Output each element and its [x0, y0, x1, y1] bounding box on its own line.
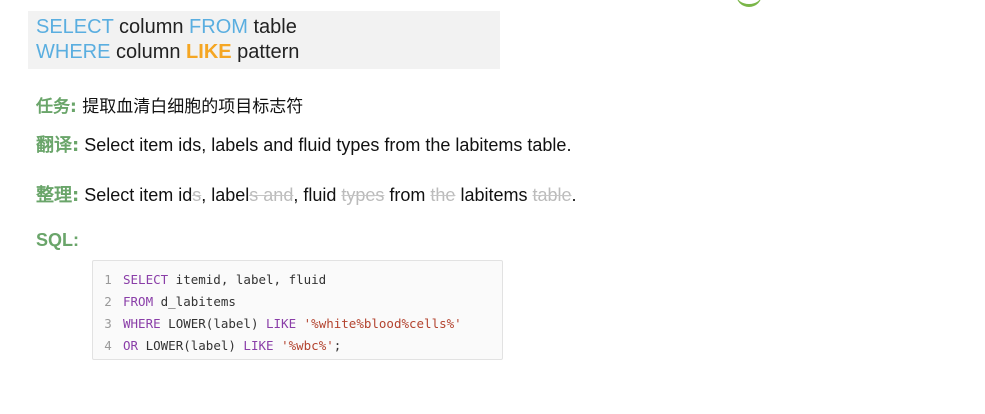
translation-text: Select item ids, labels and fluid types …: [79, 135, 572, 155]
slide: SELECT column FROM table WHERE column LI…: [0, 0, 985, 414]
code-line: 1 SELECT itemid, label, fluid: [93, 269, 502, 291]
code-keyword: FROM: [123, 294, 154, 309]
line-number: 1: [104, 272, 112, 287]
translation-row: 翻译: Select item ids, labels and fluid ty…: [36, 131, 571, 157]
tidy-row: 整理: Select item ids, labels and, fluid t…: [36, 181, 577, 207]
syntax-text: pattern: [231, 41, 300, 63]
tidy-text: .: [571, 185, 577, 205]
tidy-label: 整理:: [36, 185, 80, 206]
removed-word: table: [532, 185, 572, 205]
sql-code-block: 1 SELECT itemid, label, fluid 2 FROM d_lab…: [92, 260, 503, 360]
code-keyword: LIKE: [243, 338, 274, 353]
code-string: '%white%blood%cells%': [303, 316, 462, 331]
syntax-keyword-highlight: LIKE: [186, 41, 232, 63]
task-label: 任务:: [36, 97, 77, 117]
code-plain: LOWER(label): [138, 338, 244, 353]
tidy-text: labitems: [455, 185, 533, 205]
code-plain: itemid, label, fluid: [168, 272, 327, 287]
sql-heading: SQL:: [36, 230, 79, 250]
decorative-leaf-shape: [736, 0, 762, 7]
code-text: WHERE LOWER(label) LIKE '%white%blood%ce…: [123, 313, 462, 335]
code-line: 2 FROM d_labitems: [93, 291, 502, 313]
task-text: 提取血清白细胞的项目标志符: [76, 97, 304, 117]
code-keyword: WHERE: [123, 316, 161, 331]
code-plain: [296, 316, 304, 331]
line-number: 4: [104, 338, 112, 353]
tidy-text: from: [384, 185, 431, 205]
task-row: 任务: 提取血清白细胞的项目标志符: [36, 92, 303, 117]
code-plain: d_labitems: [153, 294, 236, 309]
syntax-keyword: SELECT: [36, 16, 114, 38]
removed-word: the: [430, 185, 456, 205]
code-text: FROM d_labitems: [123, 291, 236, 313]
code-plain: LOWER(label): [160, 316, 266, 331]
code-line: 4 OR LOWER(label) LIKE '%wbc%';: [93, 335, 502, 357]
line-number: 3: [104, 316, 112, 331]
code-plain: [274, 338, 282, 353]
translation-label: 翻译:: [36, 135, 80, 156]
syntax-line-2: WHERE column LIKE pattern: [36, 40, 500, 65]
code-keyword: LIKE: [266, 316, 297, 331]
code-text: SELECT itemid, label, fluid: [123, 269, 326, 291]
tidy-text: Select item id: [79, 185, 193, 205]
syntax-line-1: SELECT column FROM table: [36, 15, 500, 40]
code-string: '%wbc%': [281, 338, 334, 353]
line-number: 2: [104, 294, 112, 309]
tidy-text: , fluid: [293, 185, 342, 205]
sql-syntax-template: SELECT column FROM table WHERE column LI…: [28, 11, 500, 69]
code-keyword: OR: [123, 338, 139, 353]
syntax-keyword: WHERE: [36, 41, 111, 63]
code-keyword: SELECT: [123, 272, 169, 287]
removed-word: s: [192, 185, 202, 205]
removed-word: s and: [249, 185, 294, 205]
removed-word: types: [341, 185, 385, 205]
syntax-keyword: FROM: [189, 16, 248, 38]
code-line: 3 WHERE LOWER(label) LIKE '%white%blood%c…: [93, 313, 502, 335]
code-plain: ;: [333, 338, 342, 353]
syntax-text: table: [247, 16, 297, 38]
tidy-text: , label: [201, 185, 250, 205]
syntax-text: column: [113, 16, 190, 38]
syntax-text: column: [110, 41, 187, 63]
code-text: OR LOWER(label) LIKE '%wbc%';: [123, 335, 341, 357]
